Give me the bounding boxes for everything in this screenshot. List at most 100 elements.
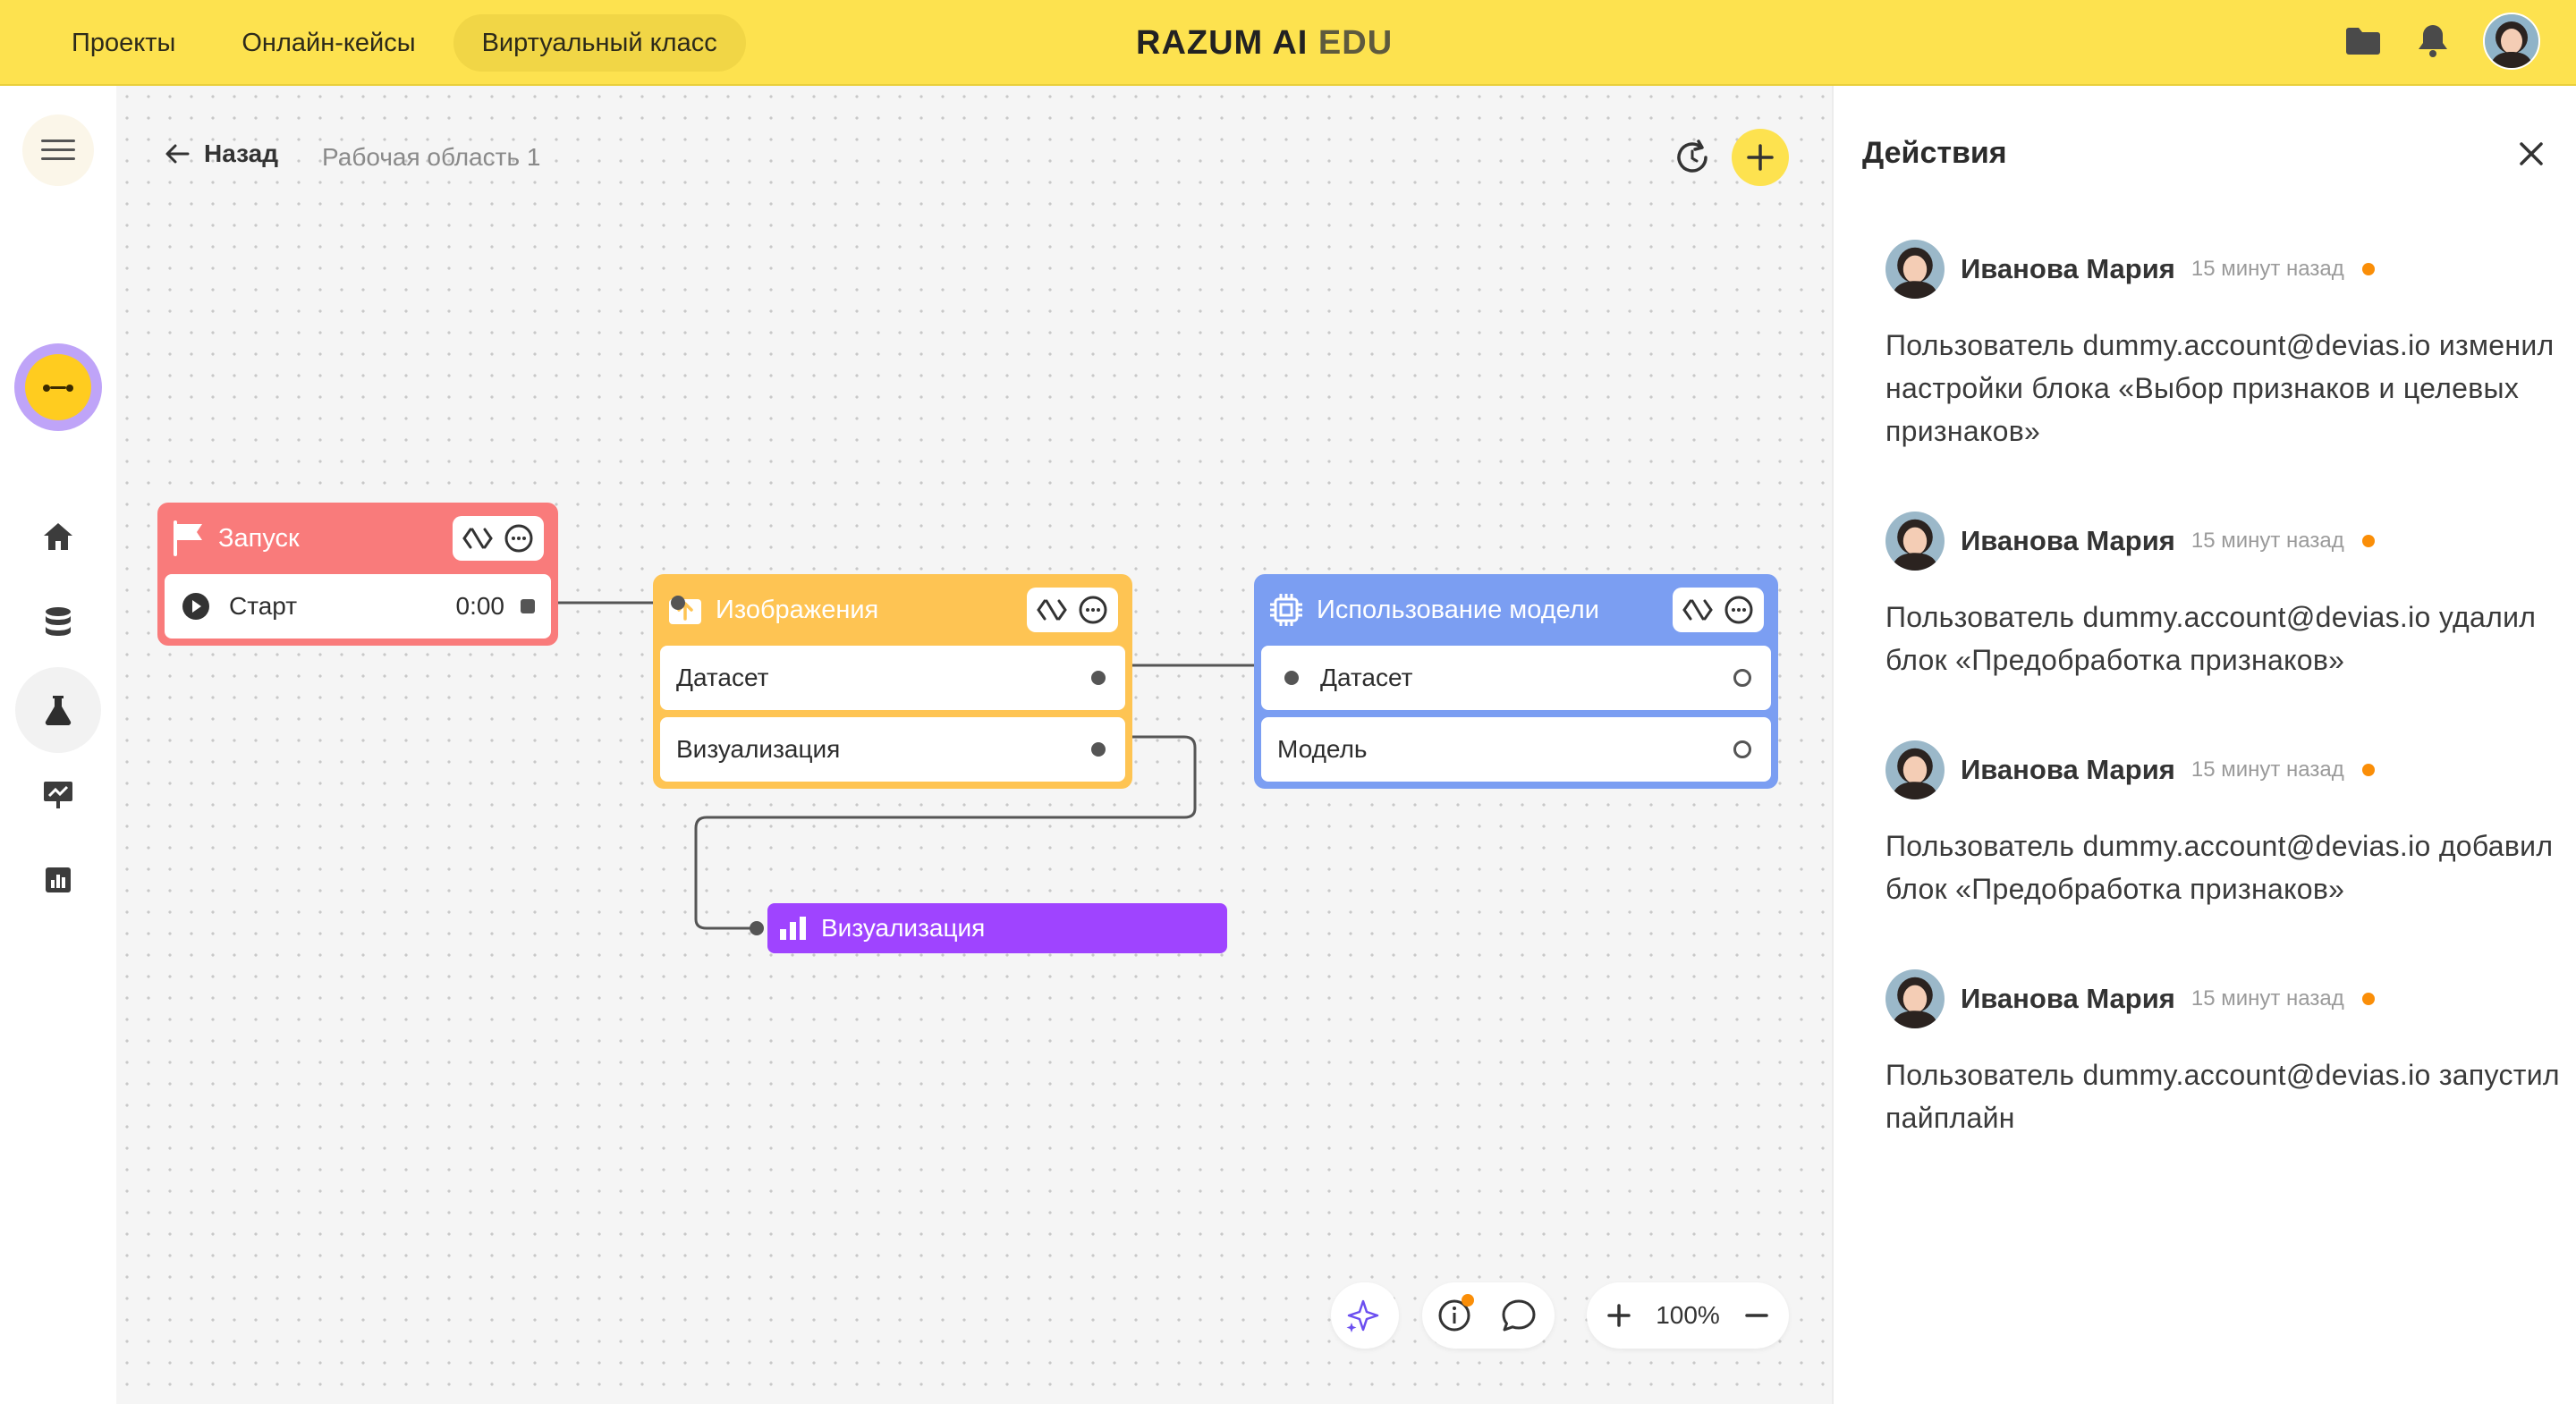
- workflow-canvas[interactable]: Назад Рабочая область 1 Запуск Старт 0:0…: [116, 86, 1832, 1404]
- activity-text: Пользователь dummy.account@devias.io зап…: [1885, 1059, 2560, 1134]
- activity-text: Пользователь dummy.account@devias.io изм…: [1885, 329, 2555, 447]
- more-icon[interactable]: [1075, 592, 1111, 628]
- sidebar: [0, 86, 116, 1404]
- activity-item: Иванова Мария 15 минут назад Пользовател…: [1885, 512, 2565, 681]
- close-icon[interactable]: [2512, 134, 2551, 173]
- disconnect-icon[interactable]: [460, 520, 496, 556]
- play-icon[interactable]: [181, 591, 211, 622]
- node-visualization-title: Визуализация: [821, 914, 986, 942]
- avatar[interactable]: [1885, 740, 1945, 799]
- tab-virtual-class[interactable]: Виртуальный класс: [453, 14, 746, 72]
- top-nav: Проекты Онлайн-кейсы Виртуальный класс: [43, 14, 746, 72]
- images-dataset-output-port[interactable]: [1091, 671, 1106, 685]
- chart-icon[interactable]: [22, 844, 94, 916]
- bell-icon[interactable]: [2413, 21, 2453, 61]
- model-dataset-input-port[interactable]: [1284, 671, 1299, 685]
- node-model-actions: [1673, 588, 1764, 632]
- activity-item: Иванова Мария 15 минут назад Пользовател…: [1885, 740, 2565, 910]
- top-icons: [2343, 13, 2540, 70]
- workspace-name[interactable]: Рабочая область 1: [322, 140, 540, 175]
- folder-icon[interactable]: [2343, 21, 2383, 61]
- node-images-actions: [1027, 588, 1118, 632]
- add-block-button[interactable]: [1732, 129, 1789, 186]
- row-label: Датасет: [1320, 664, 1413, 691]
- plus-icon: [1747, 144, 1774, 171]
- row-label: Датасет: [676, 664, 769, 691]
- chat-icon[interactable]: [1487, 1283, 1551, 1348]
- tab-projects[interactable]: Проекты: [43, 14, 204, 72]
- viz-input-port[interactable]: [750, 921, 764, 935]
- images-visualization-output-port[interactable]: [1091, 742, 1106, 757]
- start-time: 0:00: [455, 592, 505, 620]
- tab-online-cases[interactable]: Онлайн-кейсы: [213, 14, 444, 72]
- node-run-start-row[interactable]: Старт 0:00: [165, 574, 551, 639]
- node-run[interactable]: Запуск Старт 0:00: [157, 503, 558, 646]
- chip-icon: [1270, 594, 1302, 626]
- avatar[interactable]: [1885, 969, 1945, 1028]
- zoom-out-icon[interactable]: [1724, 1283, 1789, 1348]
- info-icon[interactable]: [1422, 1283, 1487, 1348]
- node-images-title: Изображения: [716, 595, 879, 624]
- more-icon[interactable]: [501, 520, 537, 556]
- status-dot: [2361, 263, 2375, 275]
- activity-time: 15 минут назад: [2190, 529, 2344, 553]
- activity-time: 15 минут назад: [2190, 257, 2344, 281]
- back-button[interactable]: Назад: [165, 140, 278, 168]
- status-dot: [2361, 535, 2375, 547]
- logo-edu: EDU: [1318, 24, 1394, 62]
- database-icon[interactable]: [22, 587, 94, 658]
- home-icon[interactable]: [22, 501, 94, 572]
- activity-user[interactable]: Иванова Мария: [1961, 754, 2175, 786]
- disconnect-icon[interactable]: [1034, 592, 1070, 628]
- ai-assist-tool: [1331, 1282, 1399, 1349]
- status-dot: [2361, 993, 2375, 1005]
- logo-main: RAZUM AI: [1136, 24, 1309, 62]
- app-logo[interactable]: RAZUM AI EDU: [1136, 21, 1393, 64]
- node-model[interactable]: Использование модели Датасет Модель: [1254, 574, 1778, 789]
- activity-time: 15 минут назад: [2190, 757, 2344, 782]
- bar-chart-icon: [780, 917, 806, 940]
- node-images-row-visualization[interactable]: Визуализация: [660, 717, 1125, 782]
- start-label: Старт: [229, 592, 298, 620]
- node-model-row-dataset[interactable]: Датасет: [1261, 646, 1771, 710]
- node-images[interactable]: Изображения Датасет Визуализация: [653, 574, 1132, 789]
- node-run-actions: [453, 516, 544, 561]
- status-dot: [2361, 764, 2375, 776]
- node-model-row-model[interactable]: Модель: [1261, 717, 1771, 782]
- refresh-icon[interactable]: [1665, 131, 1719, 184]
- activity-user[interactable]: Иванова Мария: [1961, 525, 2175, 557]
- activity-text: Пользователь dummy.account@devias.io уда…: [1885, 601, 2537, 676]
- avatar[interactable]: [1885, 240, 1945, 299]
- activity-user[interactable]: Иванова Мария: [1961, 983, 2175, 1015]
- menu-icon[interactable]: [22, 114, 94, 186]
- activity-item: Иванова Мария 15 минут назад Пользовател…: [1885, 240, 2565, 452]
- activity-user[interactable]: Иванова Мария: [1961, 253, 2175, 285]
- presentation-icon[interactable]: [22, 758, 94, 830]
- activity-time: 15 минут назад: [2190, 986, 2344, 1011]
- node-run-header[interactable]: Запуск: [165, 510, 551, 567]
- zoom-controls: 100%: [1587, 1282, 1789, 1349]
- activity-text: Пользователь dummy.account@devias.io доб…: [1885, 830, 2554, 905]
- disconnect-icon[interactable]: [1680, 592, 1716, 628]
- row-label: Модель: [1277, 735, 1368, 763]
- flask-icon[interactable]: [15, 667, 101, 753]
- model-dataset-output-port[interactable]: [1733, 669, 1751, 687]
- avatar[interactable]: [1885, 512, 1945, 571]
- run-output-port[interactable]: [521, 599, 535, 613]
- node-model-title: Использование модели: [1317, 595, 1599, 624]
- node-visualization[interactable]: Визуализация: [767, 903, 1227, 953]
- panel-title: Действия: [1862, 136, 2007, 170]
- model-output-port[interactable]: [1733, 740, 1751, 758]
- user-avatar[interactable]: [2483, 13, 2540, 70]
- node-images-row-dataset[interactable]: Датасет: [660, 646, 1125, 710]
- notification-dot: [1462, 1294, 1474, 1307]
- more-icon[interactable]: [1721, 592, 1757, 628]
- sparkle-icon[interactable]: [1331, 1283, 1395, 1348]
- bot-avatar[interactable]: [14, 343, 102, 431]
- node-run-title: Запуск: [218, 523, 300, 553]
- node-model-header[interactable]: Использование модели: [1261, 581, 1771, 639]
- zoom-in-icon[interactable]: [1587, 1283, 1651, 1348]
- top-bar: Проекты Онлайн-кейсы Виртуальный класс R…: [0, 0, 2576, 86]
- node-images-header[interactable]: Изображения: [660, 581, 1125, 639]
- images-input-port[interactable]: [671, 596, 685, 610]
